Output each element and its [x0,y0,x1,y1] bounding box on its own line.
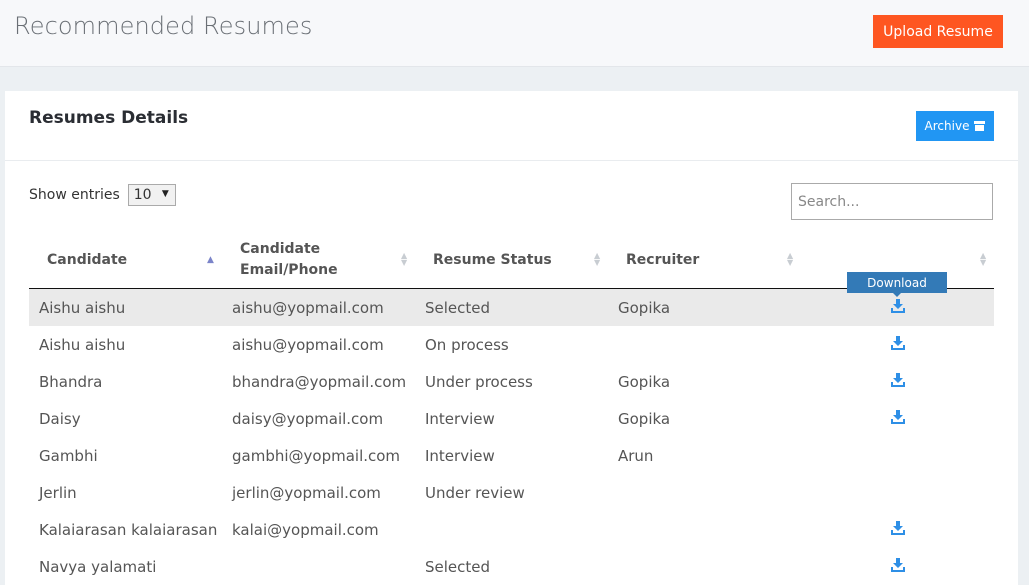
download-icon[interactable] [891,336,905,350]
cell-status: Selected [425,557,491,576]
cell-status: On process [425,335,509,354]
cell-recruiter: Gopika [618,298,671,317]
cell-candidate: Aishu aishu [39,298,126,317]
page-header: Recommended Resumes Upload Resume [0,0,1029,67]
archive-icon [974,121,986,131]
table-body: Aishu aishu aishu@yopmail.com Selected Gopi… [29,289,994,585]
archive-button-label: Archive [924,119,970,133]
sort-icon: ▲ ▼ [401,251,408,267]
cell-recruiter: Arun [618,446,654,465]
page-title: Recommended Resumes [14,12,313,40]
column-recruiter-label: Recruiter [626,251,700,268]
cell-email: bhandra@yopmail.com [232,372,407,391]
download-icon[interactable] [891,373,905,387]
search-input[interactable] [791,183,993,220]
cell-status: Selected [425,298,491,317]
cell-candidate: Aishu aishu [39,335,126,354]
panel-title: Resumes Details [29,108,189,128]
table-row[interactable]: Navya yalamati Selected [29,548,994,585]
cell-candidate: Kalaiarasan kalaiarasan [39,520,218,539]
cell-email: aishu@yopmail.com [232,335,384,354]
cell-status: Interview [425,446,495,465]
cell-candidate: Bhandra [39,372,103,391]
table-row[interactable]: Aishu aishu aishu@yopmail.com Selected Gopi… [29,289,994,326]
table-row[interactable]: Kalaiarasan kalaiarasan kalai@yopmail.com [29,511,994,548]
column-resume-status-label: Resume Status [433,251,552,268]
cell-candidate: Jerlin [39,483,77,502]
sort-asc-icon: ▲ [207,255,214,265]
column-candidate-label: Candidate [47,251,128,268]
download-icon[interactable] [891,558,905,572]
download-icon[interactable] [891,410,905,424]
cell-status: Under review [425,483,525,502]
archive-button[interactable]: Archive [916,111,994,141]
table-row[interactable]: Jerlin jerlin@yopmail.com Under review [29,474,994,511]
cell-candidate: Daisy [39,409,81,428]
entries-select-value: 10 [133,187,152,203]
cell-email: jerlin@yopmail.com [232,483,381,502]
column-resume-status[interactable]: Resume Status [433,231,593,288]
download-icon[interactable] [891,521,905,535]
column-email-phone[interactable]: Candidate Email/Phone [240,231,390,288]
show-entries: Show entries 10 ▼ [29,184,176,206]
table-row[interactable]: Daisy daisy@yopmail.com Interview Gopika [29,400,994,437]
column-candidate[interactable]: Candidate [47,231,217,288]
cell-email: gambhi@yopmail.com [232,446,401,465]
cell-candidate: Gambhi [39,446,98,465]
table-row[interactable]: Gambhi gambhi@yopmail.com Interview Arun [29,437,994,474]
sort-icon: ▲ ▼ [787,251,794,267]
show-entries-label: Show entries [29,187,120,203]
cell-recruiter: Gopika [618,372,671,391]
panel-divider [5,160,1018,161]
caret-down-icon: ▼ [161,189,169,199]
sort-icon: ▲ ▼ [594,251,601,267]
cell-recruiter: Gopika [618,409,671,428]
cell-email: kalai@yopmail.com [232,520,379,539]
cell-status: Under process [425,372,533,391]
entries-select[interactable]: 10 ▼ [127,184,176,206]
column-email-phone-label: Candidate Email/Phone [240,240,338,278]
download-icon[interactable] [891,299,905,313]
cell-candidate: Navya yalamati [39,557,157,576]
cell-email: aishu@yopmail.com [232,298,384,317]
table-row[interactable]: Aishu aishu aishu@yopmail.com On process [29,326,994,363]
resumes-panel: Resumes Details Archive Show entries 10 … [5,91,1018,585]
cell-email: daisy@yopmail.com [232,409,384,428]
sort-icon: ▲ ▼ [980,251,987,267]
column-recruiter[interactable]: Recruiter [626,231,786,288]
table-row[interactable]: Bhandra bhandra@yopmail.com Under process G… [29,363,994,400]
upload-resume-button[interactable]: Upload Resume [873,15,1003,48]
download-tooltip: Download [847,272,947,297]
cell-status: Interview [425,409,495,428]
